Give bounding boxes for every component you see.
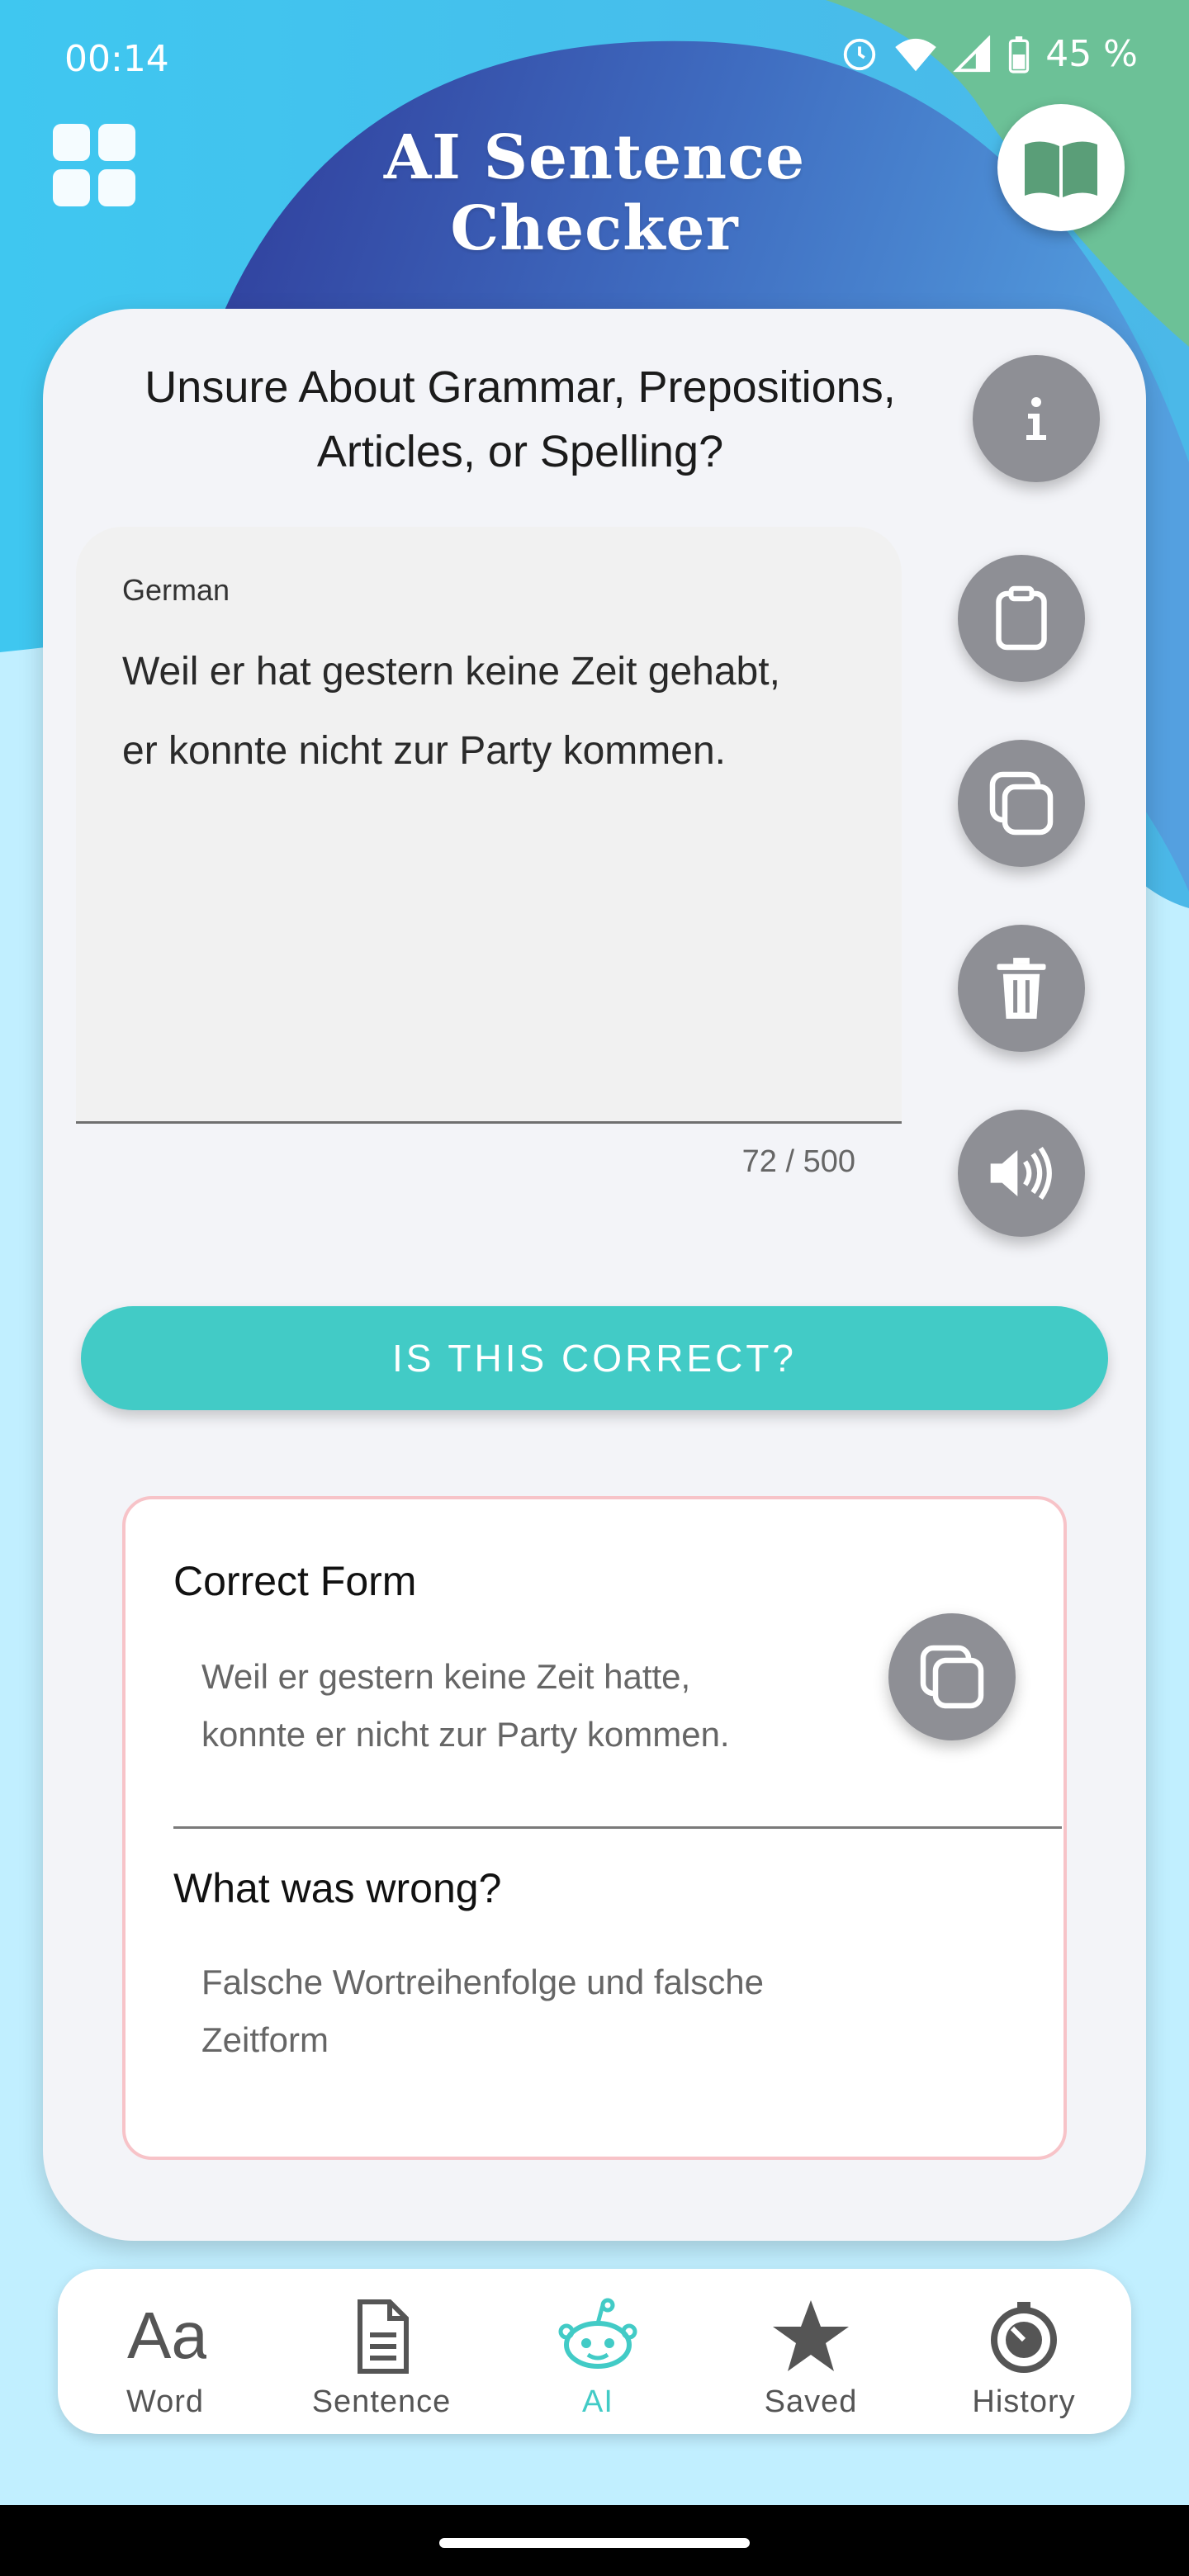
robot-icon	[558, 2298, 637, 2369]
speak-button[interactable]	[958, 1110, 1085, 1237]
nav-item-ai[interactable]: AI	[515, 2287, 680, 2419]
menu-grid-button[interactable]	[53, 124, 135, 206]
heading-line: Unsure About Grammar, Prepositions,	[144, 362, 896, 412]
nav-item-sentence[interactable]: Sentence	[299, 2287, 464, 2419]
paste-icon	[996, 585, 1047, 651]
battery-icon	[1009, 36, 1030, 73]
copy-icon	[989, 771, 1054, 836]
svg-text:Aa: Aa	[127, 2299, 206, 2372]
open-book-icon	[1025, 141, 1097, 197]
grid-icon-cell	[53, 124, 90, 161]
correct-form-line: Weil er gestern keine Zeit hatte,	[201, 1657, 691, 1696]
app-title: AI Sentence Checker	[383, 122, 806, 264]
nav-label: Saved	[764, 2384, 858, 2419]
copy-correction-button[interactable]	[888, 1613, 1016, 1740]
nav-item-word[interactable]: Aa Word	[83, 2287, 248, 2419]
sentence-input-area[interactable]	[76, 527, 902, 1124]
star-icon	[773, 2300, 849, 2371]
input-language-label: German	[122, 573, 230, 607]
status-icons: 45 %	[841, 33, 1138, 75]
card-heading: Unsure About Grammar, Prepositions, Arti…	[83, 355, 958, 484]
nav-label: History	[972, 2384, 1076, 2419]
copy-input-button[interactable]	[958, 740, 1085, 867]
alarm-icon	[844, 38, 876, 70]
grid-icon-cell	[53, 169, 90, 206]
result-divider	[173, 1826, 1062, 1829]
check-sentence-button[interactable]: IS THIS CORRECT?	[81, 1306, 1108, 1410]
clock-icon	[991, 2302, 1057, 2373]
trash-icon	[997, 958, 1046, 1019]
info-button[interactable]	[973, 355, 1100, 482]
battery-percent: 45 %	[1045, 33, 1138, 75]
copy-icon	[920, 1645, 984, 1709]
correct-form-title: Correct Form	[173, 1558, 417, 1604]
status-bar: 00:14 45 %	[0, 0, 1189, 116]
delete-button[interactable]	[958, 925, 1085, 1052]
nav-item-history[interactable]: History	[941, 2287, 1106, 2419]
nav-label: Sentence	[311, 2384, 452, 2419]
status-time: 00:14	[64, 38, 169, 80]
wifi-icon	[895, 38, 936, 71]
info-icon	[1026, 397, 1046, 440]
home-indicator[interactable]	[439, 2538, 750, 2548]
aa-text-icon: Aa	[127, 2299, 206, 2372]
input-line: er konnte nicht zur Party kommen.	[122, 729, 726, 773]
speaker-icon	[990, 1146, 1052, 1200]
signal-icon	[953, 35, 991, 72]
correct-form-text: Weil er gestern keine Zeit hatte, konnte…	[201, 1648, 846, 1764]
grid-icon-cell	[98, 124, 135, 161]
document-icon	[358, 2299, 409, 2374]
heading-line: Articles, or Spelling?	[316, 427, 724, 476]
dictionary-button[interactable]	[997, 104, 1125, 231]
what-was-wrong-text: Falsche Wortreihenfolge und falsche Zeit…	[201, 1953, 846, 2069]
char-counter: 72 / 500	[741, 1144, 855, 1179]
paste-button[interactable]	[958, 555, 1085, 682]
sentence-input-text[interactable]: Weil er hat gestern keine Zeit gehabt, e…	[122, 632, 865, 791]
wrong-line: Falsche Wortreihenfolge und falsche	[201, 1963, 764, 2001]
nav-item-saved[interactable]: Saved	[728, 2287, 893, 2419]
wrong-line: Zeitform	[201, 2020, 329, 2059]
input-line: Weil er hat gestern keine Zeit gehabt,	[122, 650, 780, 694]
grid-icon-cell	[98, 169, 135, 206]
nav-label: AI	[582, 2384, 613, 2419]
nav-label: Word	[126, 2384, 205, 2419]
correct-form-line: konnte er nicht zur Party kommen.	[201, 1715, 730, 1754]
what-was-wrong-title: What was wrong?	[173, 1865, 502, 1911]
